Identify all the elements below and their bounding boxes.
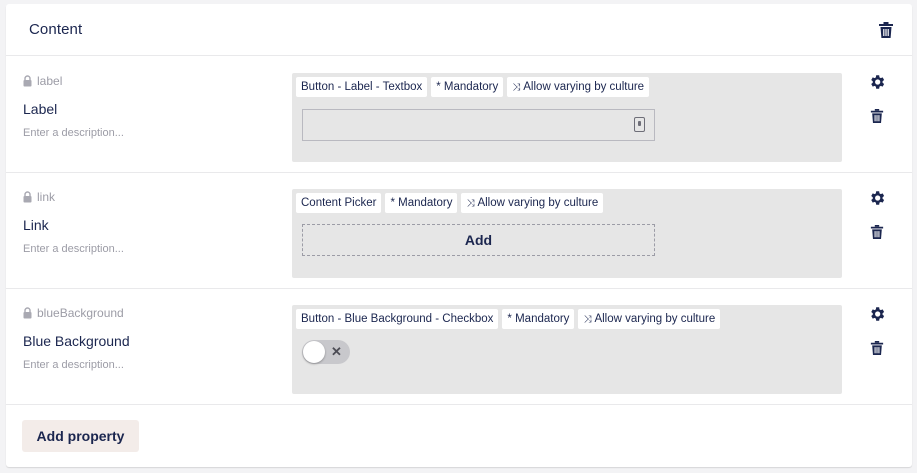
property-description[interactable]: Enter a description... (23, 359, 124, 371)
property-description[interactable]: Enter a description... (23, 127, 124, 139)
editor-type-tag: Content Picker (296, 193, 382, 213)
vary-by-culture-label: Allow varying by culture (594, 313, 716, 325)
vary-by-culture-tag: ⤨ Allow varying by culture (578, 309, 721, 329)
mandatory-tag: * Mandatory (385, 193, 458, 213)
toggle-switch[interactable]: ✕ (302, 340, 350, 364)
vary-by-culture-label: Allow varying by culture (523, 81, 645, 93)
editor-tags: Button - Label - Textbox * Mandatory ⤨ Al… (296, 77, 650, 97)
property-row-blue-background: blueBackground Blue Background Enter a d… (6, 289, 912, 405)
group-header: Content (6, 4, 912, 56)
property-description[interactable]: Enter a description... (23, 243, 124, 255)
shuffle-icon: ⤨ (583, 314, 592, 325)
property-editor-preview[interactable]: Button - Label - Textbox * Mandatory ⤨ Al… (292, 73, 842, 162)
textbox-preview (302, 109, 655, 141)
property-editor-preview[interactable]: Content Picker * Mandatory ⤨ Allow varyin… (292, 189, 842, 278)
gear-icon[interactable] (868, 73, 886, 91)
lock-icon[interactable] (23, 307, 32, 319)
property-alias-text: label (37, 74, 63, 88)
property-alias-text: blueBackground (37, 306, 124, 320)
close-icon: ✕ (331, 344, 342, 359)
group-card: Content label Label Enter a description.… (6, 4, 912, 467)
vary-by-culture-tag: ⤨ Allow varying by culture (507, 77, 650, 97)
mandatory-tag: * Mandatory (502, 309, 575, 329)
property-alias[interactable]: label (23, 74, 62, 88)
property-name[interactable]: Link (23, 217, 49, 233)
trash-icon[interactable] (870, 223, 884, 241)
trash-icon[interactable] (870, 339, 884, 357)
editor-tags: Content Picker * Mandatory ⤨ Allow varyin… (296, 193, 604, 213)
editor-type-tag: Button - Blue Background - Checkbox (296, 309, 499, 329)
property-name[interactable]: Label (23, 101, 57, 117)
property-row-label: label Label Enter a description... Butto… (6, 57, 912, 173)
property-alias[interactable]: blueBackground (23, 306, 124, 320)
gear-icon[interactable] (868, 305, 886, 323)
property-row-link: link Link Enter a description... Content… (6, 173, 912, 289)
vary-by-culture-label: Allow varying by culture (477, 197, 599, 209)
editor-tags: Button - Blue Background - Checkbox * Ma… (296, 309, 721, 329)
lock-icon[interactable] (23, 191, 32, 203)
textbox-icon (634, 117, 645, 132)
shuffle-icon: ⤨ (512, 82, 521, 93)
trash-icon[interactable] (870, 107, 884, 125)
toggle-knob (303, 341, 325, 363)
property-name[interactable]: Blue Background (23, 333, 130, 349)
property-alias[interactable]: link (23, 190, 55, 204)
group-title: Content (29, 21, 83, 38)
mandatory-tag: * Mandatory (431, 77, 504, 97)
gear-icon[interactable] (868, 189, 886, 207)
lock-icon[interactable] (23, 75, 32, 87)
property-editor-preview[interactable]: Button - Blue Background - Checkbox * Ma… (292, 305, 842, 394)
shuffle-icon: ⤨ (466, 198, 475, 209)
property-alias-text: link (37, 190, 56, 204)
content-picker-add-button[interactable]: Add (302, 224, 655, 256)
vary-by-culture-tag: ⤨ Allow varying by culture (461, 193, 604, 213)
trash-icon[interactable] (878, 21, 894, 39)
editor-type-tag: Button - Label - Textbox (296, 77, 428, 97)
add-property-button[interactable]: Add property (22, 420, 139, 452)
